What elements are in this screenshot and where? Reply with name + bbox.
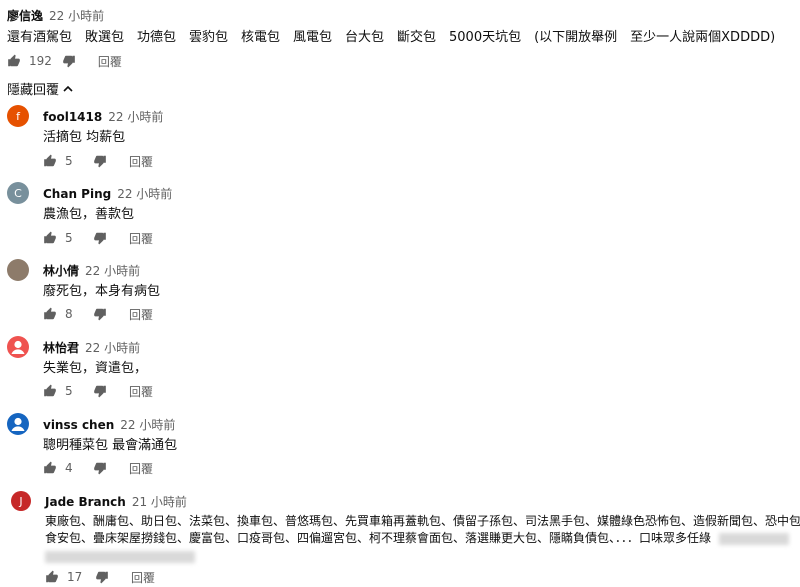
reply-actions: 4 回覆 xyxy=(43,460,153,476)
reply-actions: 5 回覆 xyxy=(43,230,153,246)
like-count: 5 xyxy=(65,384,73,398)
like-count: 5 xyxy=(65,231,73,245)
reply-author[interactable]: 林怡君 xyxy=(43,341,79,355)
reply-actions: 5 回覆 xyxy=(43,383,153,399)
dislike-icon[interactable] xyxy=(62,54,76,68)
reply-header: Jade Branch 21 小時前 xyxy=(45,491,187,510)
reply-button[interactable]: 回覆 xyxy=(129,230,153,247)
comment-actions: 192 回覆 xyxy=(7,53,122,69)
dislike-icon[interactable] xyxy=(93,384,107,398)
reply-header: fool1418 22 小時前 xyxy=(43,106,163,125)
reply-button[interactable]: 回覆 xyxy=(131,569,155,586)
comment-author[interactable]: 廖信逸 xyxy=(7,9,43,23)
reply-button[interactable]: 回覆 xyxy=(129,153,153,170)
like-icon[interactable] xyxy=(7,54,21,68)
dislike-icon[interactable] xyxy=(93,231,107,245)
reply-button[interactable]: 回覆 xyxy=(98,53,122,70)
avatar[interactable] xyxy=(7,413,29,435)
like-count: 8 xyxy=(65,307,73,321)
user-silhouette-icon xyxy=(11,340,25,354)
reply-time[interactable]: 22 小時前 xyxy=(85,264,140,278)
hide-replies-label: 隱藏回覆 xyxy=(7,83,60,98)
user-silhouette-icon xyxy=(11,417,25,431)
reply-actions: 17 回覆 xyxy=(45,569,155,585)
reply-text: 農漁包，善款包 xyxy=(43,207,135,222)
hide-replies-toggle[interactable]: 隱藏回覆 xyxy=(7,79,73,98)
reply-button[interactable]: 回覆 xyxy=(129,306,153,323)
reply-time[interactable]: 22 小時前 xyxy=(85,341,140,355)
dislike-icon[interactable] xyxy=(93,461,107,475)
dislike-icon[interactable] xyxy=(93,154,107,168)
comment-time[interactable]: 22 小時前 xyxy=(49,9,104,23)
reply-time[interactable]: 22 小時前 xyxy=(108,110,163,124)
reply-button[interactable]: 回覆 xyxy=(129,383,153,400)
blurred-text xyxy=(719,532,790,545)
reply-text-line-content: 食安包、疊床架屋撈錢包、慶富包、口疫哥包、四偏遛宮包、柯不理蔡會面包、落選賺更大… xyxy=(45,531,712,545)
reply-text: 失業包，資遣包， xyxy=(43,361,148,376)
like-count: 192 xyxy=(29,54,52,68)
reply-author[interactable]: Chan Ping xyxy=(43,187,111,201)
reply-header: 林怡君 22 小時前 xyxy=(43,337,140,356)
reply-text: 廢死包，本身有病包 xyxy=(43,284,161,299)
avatar[interactable]: J xyxy=(11,491,31,511)
like-icon[interactable] xyxy=(43,231,57,245)
reply-time[interactable]: 21 小時前 xyxy=(132,495,187,509)
avatar[interactable] xyxy=(7,259,29,281)
like-count: 5 xyxy=(65,154,73,168)
avatar[interactable] xyxy=(7,336,29,358)
dislike-icon[interactable] xyxy=(95,570,109,584)
reply-header: vinss chen 22 小時前 xyxy=(43,414,175,433)
reply-header: 林小倩 22 小時前 xyxy=(43,260,140,279)
reply-actions: 8 回覆 xyxy=(43,306,153,322)
reply-header: Chan Ping 22 小時前 xyxy=(43,183,172,202)
reply-author[interactable]: fool1418 xyxy=(43,110,102,124)
like-icon[interactable] xyxy=(43,461,57,475)
blurred-text xyxy=(45,550,195,563)
blurred-text-line xyxy=(45,546,195,565)
reply-time[interactable]: 22 小時前 xyxy=(117,187,172,201)
like-icon[interactable] xyxy=(43,307,57,321)
like-icon[interactable] xyxy=(43,384,57,398)
reply-author[interactable]: 林小倩 xyxy=(43,264,79,278)
like-count: 17 xyxy=(67,570,83,584)
like-icon[interactable] xyxy=(45,570,59,584)
reply-text: 聰明種菜包 最會滿通包 xyxy=(43,438,178,453)
reply-text-line: 東廠包、酬庸包、助日包、法菜包、換車包、普悠瑪包、先買車箱再蓋軌包、債留子孫包、… xyxy=(45,514,800,528)
reply-button[interactable]: 回覆 xyxy=(129,460,153,477)
avatar[interactable]: C xyxy=(7,182,29,204)
avatar[interactable]: f xyxy=(7,105,29,127)
reply-text-line: 食安包、疊床架屋撈錢包、慶富包、口疫哥包、四偏遛宮包、柯不理蔡會面包、落選賺更大… xyxy=(45,529,790,546)
like-count: 4 xyxy=(65,461,73,475)
reply-actions: 5 回覆 xyxy=(43,153,153,169)
dislike-icon[interactable] xyxy=(93,307,107,321)
comment-header: 廖信逸 22 小時前 xyxy=(7,5,104,24)
chevron-up-icon xyxy=(63,85,73,92)
reply-text: 活摘包 均薪包 xyxy=(43,130,126,145)
reply-author[interactable]: vinss chen xyxy=(43,418,114,432)
like-icon[interactable] xyxy=(43,154,57,168)
comment-text: 還有酒駕包 敗選包 功德包 雲豹包 核電包 風電包 台大包 斷交包 5000天坑… xyxy=(7,30,776,45)
reply-time[interactable]: 22 小時前 xyxy=(120,418,175,432)
reply-author[interactable]: Jade Branch xyxy=(45,495,126,509)
